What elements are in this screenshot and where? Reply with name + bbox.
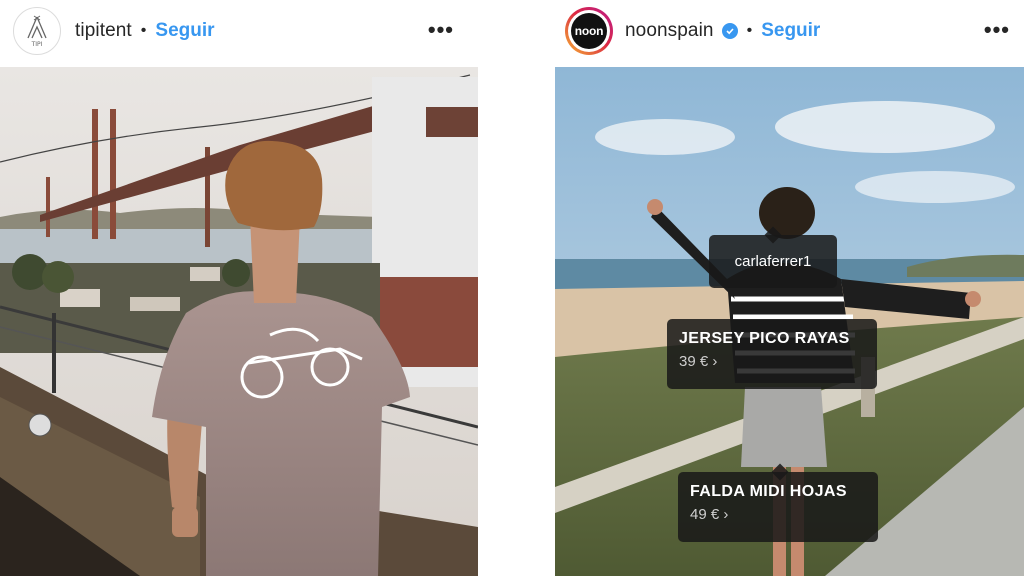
post-header: noon noonspain • Seguir <box>555 0 1024 62</box>
user-tag-label: carlaferrer1 <box>734 253 812 270</box>
avatar-label: TIPI <box>31 41 43 48</box>
separator-dot: • <box>140 22 147 39</box>
post-noonspain: noon noonspain • Seguir ••• carlaferrer1… <box>555 0 1024 576</box>
product-name: JERSEY PICO RAYAS <box>679 330 850 347</box>
product-price: 49 € › <box>690 506 729 523</box>
separator-dot: • <box>746 22 753 39</box>
verified-badge-icon <box>721 23 738 39</box>
post-photo-beach[interactable]: carlaferrer1 JERSEY PICO RAYAS 39 € › FA… <box>555 67 1024 576</box>
avatar-ring: noon <box>568 10 610 52</box>
avatar[interactable]: TIPI <box>13 7 61 55</box>
post-tipitent: TIPI tipitent • Seguir ••• <box>0 0 478 576</box>
more-options-icon[interactable]: ••• <box>428 17 454 43</box>
more-options-icon[interactable]: ••• <box>984 17 1010 43</box>
post-header: TIPI tipitent • Seguir <box>0 0 478 62</box>
follow-button[interactable]: Seguir <box>761 20 820 42</box>
post-photo-bridge[interactable] <box>0 67 478 576</box>
tipi-tent-logo-icon: TIPI <box>27 15 47 48</box>
product-price: 39 € › <box>679 353 718 370</box>
username[interactable]: noonspain <box>625 20 714 42</box>
user-tag[interactable]: carlaferrer1 <box>709 226 837 288</box>
avatar[interactable]: noon <box>565 7 613 55</box>
photo-bridge-image <box>0 67 478 576</box>
follow-button[interactable]: Seguir <box>155 20 214 42</box>
product-tag[interactable]: JERSEY PICO RAYAS 39 € › <box>667 319 877 389</box>
product-tag[interactable]: FALDA MIDI HOJAS 49 € › <box>678 463 878 542</box>
username[interactable]: tipitent <box>75 20 132 42</box>
avatar-label: noon <box>571 13 607 49</box>
product-name: FALDA MIDI HOJAS <box>690 483 847 500</box>
